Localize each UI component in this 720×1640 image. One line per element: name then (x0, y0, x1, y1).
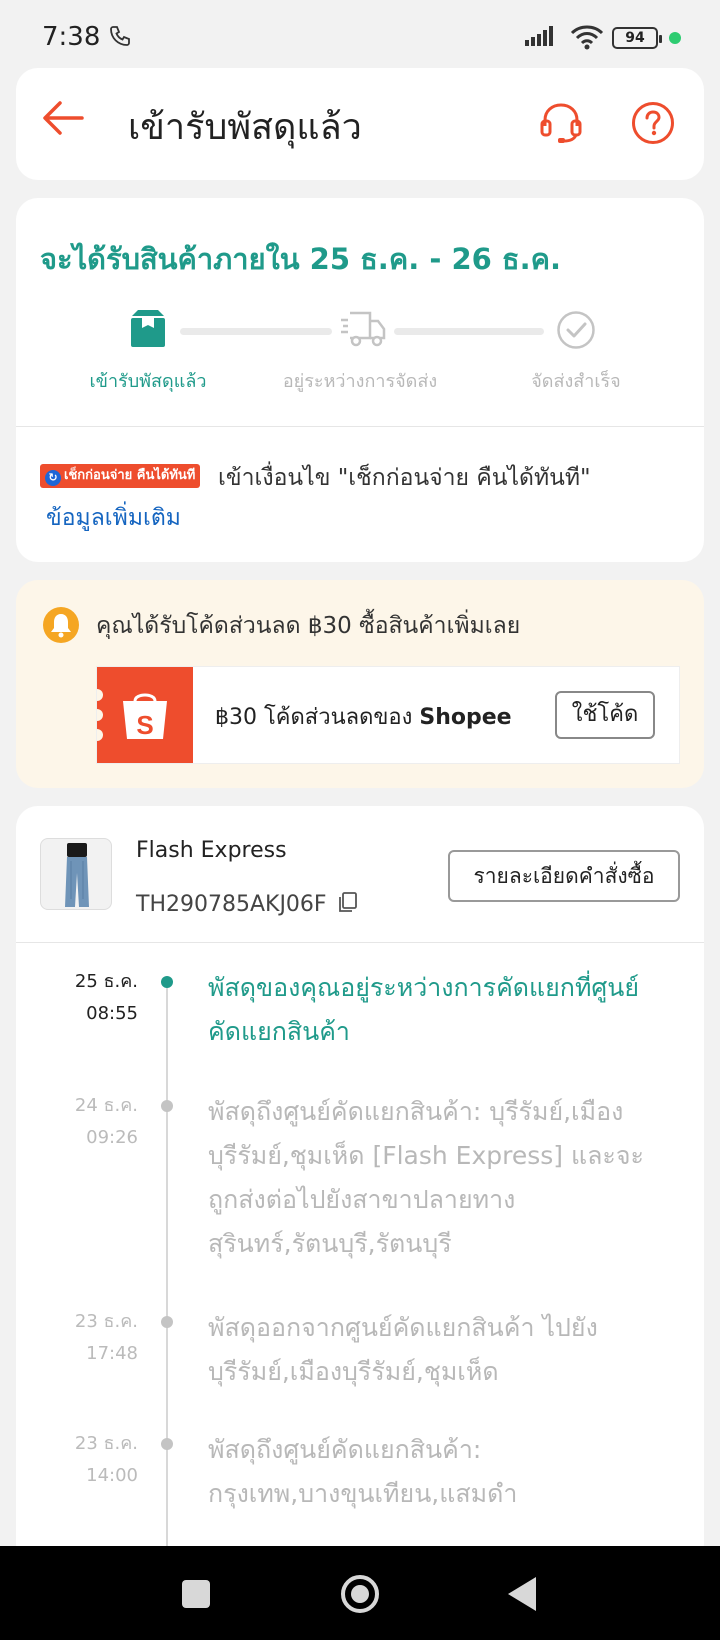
bell-icon (42, 606, 80, 648)
status-time: 7:38 (42, 22, 101, 52)
tracking-card: Flash Express TH290785AKJ06F รายละเอียดค… (16, 806, 704, 1582)
timeline-dot (161, 1100, 173, 1112)
timeline-text: พัสดุถึงศูนย์คัดแยกสินค้า: กรุงเทพ,บางขุ… (208, 1435, 518, 1508)
timeline-date-day: 23 ธ.ค. (74, 1433, 138, 1454)
divider (16, 426, 704, 427)
voucher-message: คุณได้รับโค้ดส่วนลด ฿30 ซื้อสินค้าเพิ่มเ… (96, 613, 521, 639)
timeline-date: 23 ธ.ค. 17:48 (46, 1306, 138, 1370)
progress-line-1 (180, 328, 332, 335)
step-label-delivered: จัดส่งสำเร็จ (531, 371, 621, 392)
product-thumbnail[interactable] (40, 838, 112, 910)
shopee-logo: S (91, 667, 193, 763)
use-code-button[interactable]: ใช้โค้ด (555, 691, 655, 739)
progress-line-2 (394, 328, 544, 335)
delivery-eta: จะได้รับสินค้าภายใน 25 ธ.ค. - 26 ธ.ค. (40, 242, 562, 276)
timeline-date: 24 ธ.ค. 09:26 (46, 1090, 138, 1154)
timeline-dot (161, 976, 173, 988)
battery-indicator: 94 (612, 27, 662, 49)
privacy-indicator-dot (669, 32, 681, 44)
home-icon[interactable] (341, 1575, 379, 1613)
voucher-amount-text: ฿30 โค้ดส่วนลดของ (215, 705, 420, 730)
timeline-date-time: 14:00 (86, 1465, 138, 1486)
timeline-date-time: 17:48 (86, 1343, 138, 1364)
timeline-date-day: 25 ธ.ค. (74, 971, 138, 992)
wifi-icon (570, 24, 604, 54)
timeline-text: พัสดุออกจากศูนย์คัดแยกสินค้า ไปยัง บุรีร… (208, 1313, 598, 1386)
step-label-picked-up: เข้ารับพัสดุแล้ว (89, 371, 207, 392)
timeline-date: 23 ธ.ค. 14:00 (46, 1428, 138, 1492)
timeline-dot (161, 1316, 173, 1328)
help-question-icon[interactable] (630, 100, 676, 150)
timeline-text: พัสดุของคุณอยู่ระหว่างการคัดแยกที่ศูนย์ค… (208, 973, 640, 1046)
divider (16, 942, 704, 943)
delivery-status-card: จะได้รับสินค้าภายใน 25 ธ.ค. - 26 ธ.ค. เข… (16, 198, 704, 562)
phone-call-icon (108, 24, 132, 52)
status-bar: 7:38 94 (0, 0, 720, 70)
header-bar: เข้ารับพัสดุแล้ว (16, 68, 704, 180)
timeline-date: 25 ธ.ค. 08:55 (46, 966, 138, 1030)
timeline-dot (161, 1438, 173, 1450)
step-label-in-transit: อยู่ระหว่างการจัดส่ง (282, 371, 438, 392)
timeline-date-day: 23 ธ.ค. (74, 1311, 138, 1332)
cellular-signal-icon (525, 26, 559, 50)
check-circle-icon (556, 310, 596, 354)
timeline-date-time: 08:55 (86, 1003, 138, 1024)
carrier-name: Flash Express (136, 838, 287, 863)
voucher-ticket[interactable]: S ฿30 โค้ดส่วนลดของ Shopee ใช้โค้ด (91, 666, 680, 764)
timeline-date-time: 09:26 (86, 1127, 138, 1148)
voucher-description: ฿30 โค้ดส่วนลดของ Shopee (215, 699, 512, 734)
recent-apps-icon[interactable] (182, 1580, 210, 1608)
copy-icon[interactable] (336, 890, 360, 918)
order-details-button[interactable]: รายละเอียดคำสั่งซื้อ (448, 850, 680, 902)
timeline-text: พัสดุถึงศูนย์คัดแยกสินค้า: บุรีรัมย์,เมื… (208, 1097, 644, 1258)
back-icon[interactable] (508, 1577, 536, 1611)
voucher-brand: Shopee (419, 705, 512, 730)
package-icon (128, 310, 168, 352)
headset-support-icon[interactable] (538, 100, 584, 150)
shopee-logo-letter: S (136, 710, 154, 740)
refresh-icon: ↻ (45, 470, 61, 486)
cod-condition-text: เข้าเงื่อนไข "เช็กก่อนจ่าย คืนได้ทันที" (218, 465, 591, 491)
page-title: เข้ารับพัสดุแล้ว (128, 107, 362, 148)
voucher-card: คุณได้รับโค้ดส่วนลด ฿30 ซื้อสินค้าเพิ่มเ… (16, 580, 704, 788)
back-arrow-icon[interactable] (40, 98, 86, 142)
more-info-link[interactable]: ข้อมูลเพิ่มเติม (46, 500, 181, 536)
timeline-date-day: 24 ธ.ค. (74, 1095, 138, 1116)
cod-badge-label: เช็กก่อนจ่าย คืนได้ทันที (64, 468, 196, 483)
tracking-number: TH290785AKJ06F (136, 892, 327, 917)
cod-guarantee-badge: ↻ เช็กก่อนจ่าย คืนได้ทันที (40, 464, 201, 488)
truck-icon (340, 310, 386, 352)
timeline-line (166, 982, 168, 1582)
